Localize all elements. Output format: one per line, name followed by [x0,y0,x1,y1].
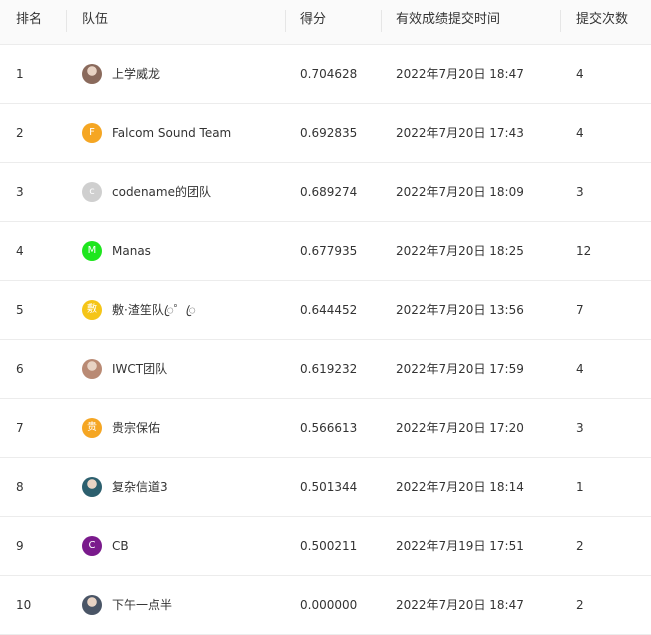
rank-cell: 4 [16,244,24,258]
team-cell[interactable]: 下午一点半 [82,576,172,634]
letter-avatar-icon: F [82,123,102,143]
score-cell: 0.692835 [300,126,358,140]
score-cell: 0.000000 [300,598,358,612]
team-cell[interactable]: F Falcom Sound Team [82,104,231,162]
column-divider [560,10,561,32]
submit-time-cell: 2022年7月20日 17:59 [396,362,524,376]
submit-time-cell: 2022年7月20日 13:56 [396,303,524,317]
submit-time-cell: 2022年7月20日 17:20 [396,421,524,435]
score-cell: 0.689274 [300,185,358,199]
leaderboard-table: 排名 队伍 得分 有效成绩提交时间 提交次数 1 上学威龙 0.704628 2022… [0,0,651,635]
rank-cell: 8 [16,480,24,494]
header-time: 有效成绩提交时间 [396,12,501,27]
rank-cell: 1 [16,67,24,81]
submit-count-cell: 3 [576,421,584,435]
team-name[interactable]: codename的团队 [112,163,211,221]
letter-avatar-icon: 敷 [82,300,102,320]
rank-cell: 7 [16,421,24,435]
header-score: 得分 [300,12,327,27]
team-cell[interactable]: 贵贵宗保佑 [82,399,160,457]
column-divider [66,10,67,32]
submit-time-cell: 2022年7月20日 18:25 [396,244,524,258]
team-cell[interactable]: IWCT团队 [82,340,167,398]
submit-count-cell: 4 [576,67,584,81]
submit-time-cell: 2022年7月20日 18:47 [396,598,524,612]
table-row: 10 下午一点半 0.000000 2022年7月20日 18:47 2 [0,576,651,635]
score-cell: 0.619232 [300,362,358,376]
team-name[interactable]: 上学威龙 [112,45,160,103]
table-row: 6 IWCT团队 0.619232 2022年7月20日 17:59 4 [0,340,651,399]
table-row: 4 M Manas 0.677935 2022年7月20日 18:25 12 [0,222,651,281]
team-name[interactable]: 复杂信道3 [112,458,168,516]
team-name[interactable]: Falcom Sound Team [112,104,231,162]
table-row: 1 上学威龙 0.704628 2022年7月20日 18:47 4 [0,45,651,104]
rank-cell: 3 [16,185,24,199]
score-cell: 0.501344 [300,480,358,494]
rank-cell: 6 [16,362,24,376]
team-name[interactable]: CB [112,517,129,575]
letter-avatar-icon: c [82,182,102,202]
team-cell[interactable]: C CB [82,517,129,575]
submit-count-cell: 3 [576,185,584,199]
letter-avatar-icon: C [82,536,102,556]
table-header: 排名 队伍 得分 有效成绩提交时间 提交次数 [0,0,651,45]
submit-time-cell: 2022年7月20日 18:47 [396,67,524,81]
team-cell[interactable]: M Manas [82,222,151,280]
score-cell: 0.677935 [300,244,358,258]
team-cell[interactable]: 上学威龙 [82,45,160,103]
submit-time-cell: 2022年7月20日 18:14 [396,480,524,494]
team-name[interactable]: IWCT团队 [112,340,167,398]
submit-time-cell: 2022年7月20日 18:09 [396,185,524,199]
submit-count-cell: 2 [576,539,584,553]
score-cell: 0.704628 [300,67,358,81]
table-body: 1 上学威龙 0.704628 2022年7月20日 18:47 4 2 F Falcom S… [0,45,651,635]
table-row: 9 C CB 0.500211 2022年7月19日 17:51 2 [0,517,651,576]
submit-count-cell: 4 [576,126,584,140]
rank-cell: 5 [16,303,24,317]
team-cell[interactable]: 敷敷·渣笙队ꦿ゜ꦿ [82,281,196,339]
submit-time-cell: 2022年7月19日 17:51 [396,539,524,553]
photo-avatar-icon [82,595,102,615]
table-row: 2 F Falcom Sound Team 0.692835 2022年7月20日 17… [0,104,651,163]
letter-avatar-icon: M [82,241,102,261]
team-cell[interactable]: c codename的团队 [82,163,211,221]
team-name[interactable]: 下午一点半 [112,576,172,634]
team-cell[interactable]: 复杂信道3 [82,458,168,516]
score-cell: 0.644452 [300,303,358,317]
header-team: 队伍 [82,12,109,27]
submit-count-cell: 7 [576,303,584,317]
score-cell: 0.500211 [300,539,358,553]
header-count: 提交次数 [576,12,629,27]
column-divider [381,10,382,32]
rank-cell: 9 [16,539,24,553]
rank-cell: 2 [16,126,24,140]
team-name[interactable]: 敷·渣笙队ꦿ゜ꦿ [112,281,196,339]
submit-count-cell: 2 [576,598,584,612]
team-name[interactable]: 贵宗保佑 [112,399,160,457]
photo-avatar-icon [82,359,102,379]
team-name[interactable]: Manas [112,222,151,280]
photo-avatar-icon [82,64,102,84]
table-row: 3 c codename的团队 0.689274 2022年7月20日 18:09 3 [0,163,651,222]
photo-avatar-icon [82,477,102,497]
header-rank: 排名 [16,12,43,27]
submit-time-cell: 2022年7月20日 17:43 [396,126,524,140]
submit-count-cell: 1 [576,480,584,494]
rank-cell: 10 [16,598,32,612]
table-row: 8 复杂信道3 0.501344 2022年7月20日 18:14 1 [0,458,651,517]
submit-count-cell: 4 [576,362,584,376]
table-row: 7 贵贵宗保佑 0.566613 2022年7月20日 17:20 3 [0,399,651,458]
score-cell: 0.566613 [300,421,358,435]
table-row: 5 敷敷·渣笙队ꦿ゜ꦿ 0.644452 2022年7月20日 13:56 7 [0,281,651,340]
submit-count-cell: 12 [576,244,592,258]
letter-avatar-icon: 贵 [82,418,102,438]
column-divider [285,10,286,32]
